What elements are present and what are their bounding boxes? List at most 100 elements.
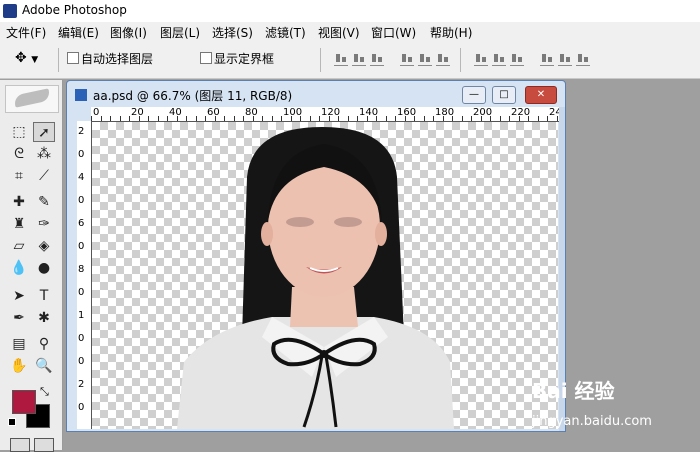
- blur-tool-icon[interactable]: 💧: [8, 258, 30, 278]
- paint-bucket-tool-icon[interactable]: ◈: [33, 236, 55, 256]
- distribute-right-icon[interactable]: [576, 53, 590, 66]
- ruler-tick: [157, 116, 159, 121]
- ruler-tick: [328, 116, 330, 121]
- baidu-watermark-logo: Bai 经验: [532, 379, 615, 403]
- ruler-left-label: 0: [78, 333, 85, 344]
- crop-tool-icon[interactable]: ⌗: [8, 166, 30, 186]
- dodge-tool-icon[interactable]: ●: [33, 258, 55, 278]
- menu-help[interactable]: 帮助(H): [430, 24, 472, 41]
- path-selection-tool-icon[interactable]: ➤: [8, 286, 30, 306]
- ruler-tick: [414, 116, 415, 121]
- ruler-tick: [509, 116, 510, 121]
- menu-view[interactable]: 视图(V): [318, 24, 360, 41]
- options-separator: [460, 48, 461, 72]
- default-colors-icon[interactable]: [8, 418, 16, 426]
- brush-tool-icon[interactable]: ✎: [33, 192, 55, 212]
- app-title-bar: Adobe Photoshop: [0, 0, 700, 23]
- close-button[interactable]: ✕: [525, 86, 557, 104]
- ruler-tick: [433, 116, 434, 121]
- ruler-tick: [309, 116, 311, 121]
- align-bottom-icon[interactable]: [370, 53, 384, 66]
- ruler-top-label: 20: [131, 107, 144, 118]
- menu-file[interactable]: 文件(F): [6, 24, 46, 41]
- distribute-bottom-icon[interactable]: [510, 53, 524, 66]
- notes-tool-icon[interactable]: ▤: [8, 334, 30, 354]
- ruler-tick: [281, 116, 282, 121]
- move-tool-icon[interactable]: ➚: [33, 122, 55, 142]
- align-right-icon[interactable]: [436, 53, 450, 66]
- menu-layer[interactable]: 图层(L): [160, 24, 200, 41]
- ruler-tick: [404, 116, 406, 121]
- ruler-tick: [452, 116, 453, 121]
- ruler-tick: [423, 116, 425, 121]
- show-bounds-checkbox[interactable]: [200, 52, 212, 64]
- baidu-watermark-url: jingyan.baidu.com: [532, 414, 652, 429]
- distribute-horizontal-center-icon[interactable]: [558, 53, 572, 66]
- options-bar: ✥ ▼ 自动选择图层 显示定界框: [0, 42, 700, 79]
- slice-tool-icon[interactable]: ⟋: [33, 166, 55, 186]
- menu-select[interactable]: 选择(S): [212, 24, 253, 41]
- magic-wand-tool-icon[interactable]: ⁂: [33, 144, 55, 164]
- pen-tool-icon[interactable]: ✒: [8, 308, 30, 328]
- ruler-left-label: 0: [78, 287, 85, 298]
- marquee-tool-icon[interactable]: ⬚: [8, 122, 30, 142]
- document-canvas[interactable]: [92, 122, 558, 429]
- align-top-icon[interactable]: [334, 53, 348, 66]
- distribute-left-icon[interactable]: [540, 53, 554, 66]
- menu-edit[interactable]: 编辑(E): [58, 24, 99, 41]
- tool-preset-picker[interactable]: ✥ ▼: [15, 50, 53, 70]
- align-vertical-center-icon[interactable]: [352, 53, 366, 66]
- ruler-left-label: 0: [78, 402, 85, 413]
- align-horizontal-center-icon[interactable]: [418, 53, 432, 66]
- ruler-tick: [366, 116, 368, 121]
- ruler-tick: [480, 116, 482, 121]
- ruler-left-label: 1: [78, 310, 85, 321]
- history-brush-tool-icon[interactable]: ✑: [33, 214, 55, 234]
- ruler-tick: [347, 116, 349, 121]
- foreground-color-swatch[interactable]: [12, 390, 36, 414]
- ruler-tick: [148, 116, 149, 121]
- ruler-tick: [556, 116, 558, 121]
- maximize-button[interactable]: □: [492, 86, 516, 104]
- document-window: aa.psd @ 66.7% (图层 11, RGB/8) — □ ✕ 0 20 4…: [66, 80, 566, 432]
- ruler-tick: [243, 116, 244, 121]
- minimize-button[interactable]: —: [462, 86, 486, 104]
- ruler-tick: [195, 116, 197, 121]
- ruler-top-label: 0: [93, 107, 100, 118]
- menu-window[interactable]: 窗口(W): [371, 24, 416, 41]
- ruler-tick: [252, 116, 254, 121]
- align-left-icon[interactable]: [400, 53, 414, 66]
- ruler-tick: [547, 116, 548, 121]
- ruler-left-label: 2: [78, 379, 85, 390]
- eraser-tool-icon[interactable]: ▱: [8, 236, 30, 256]
- ruler-tick: [233, 116, 235, 121]
- eyedropper-tool-icon[interactable]: ⚲: [33, 334, 55, 354]
- ruler-tick: [490, 116, 491, 121]
- menu-filter[interactable]: 滤镜(T): [265, 24, 306, 41]
- document-title-bar[interactable]: aa.psd @ 66.7% (图层 11, RGB/8) — □ ✕: [67, 81, 565, 107]
- horizontal-ruler: 02040608010012014016018020022024: [91, 107, 559, 122]
- zoom-tool-icon[interactable]: 🔍: [33, 356, 55, 376]
- ruler-left-label: 8: [78, 264, 85, 275]
- options-separator: [58, 48, 59, 72]
- clone-stamp-tool-icon[interactable]: ♜: [8, 214, 30, 234]
- custom-shape-tool-icon[interactable]: ✱: [33, 308, 55, 328]
- ruler-left-label: 0: [78, 356, 85, 367]
- menu-image[interactable]: 图像(I): [110, 24, 147, 41]
- swap-colors-icon[interactable]: ⤡: [40, 385, 49, 399]
- type-tool-icon[interactable]: T: [33, 286, 55, 306]
- ruler-tick: [319, 116, 320, 121]
- auto-select-label: 自动选择图层: [81, 52, 154, 66]
- ruler-tick: [271, 116, 273, 121]
- toolbox-panel: ⬚ ➚ ᘓ ⁂ ⌗ ⟋ ✚ ✎ ♜ ✑ ▱ ◈ 💧 ● ➤ T ✒ ✱ ▤ ⚲ …: [0, 80, 63, 452]
- ruler-tick: [518, 116, 520, 121]
- hand-tool-icon[interactable]: ✋: [8, 356, 30, 376]
- distribute-vertical-center-icon[interactable]: [492, 53, 506, 66]
- distribute-top-icon[interactable]: [474, 53, 488, 66]
- ruler-tick: [138, 116, 140, 121]
- lasso-tool-icon[interactable]: ᘓ: [8, 144, 30, 164]
- ruler-tick: [110, 116, 111, 121]
- portrait-photo: [177, 127, 454, 429]
- auto-select-checkbox[interactable]: [67, 52, 79, 64]
- healing-brush-tool-icon[interactable]: ✚: [8, 192, 30, 212]
